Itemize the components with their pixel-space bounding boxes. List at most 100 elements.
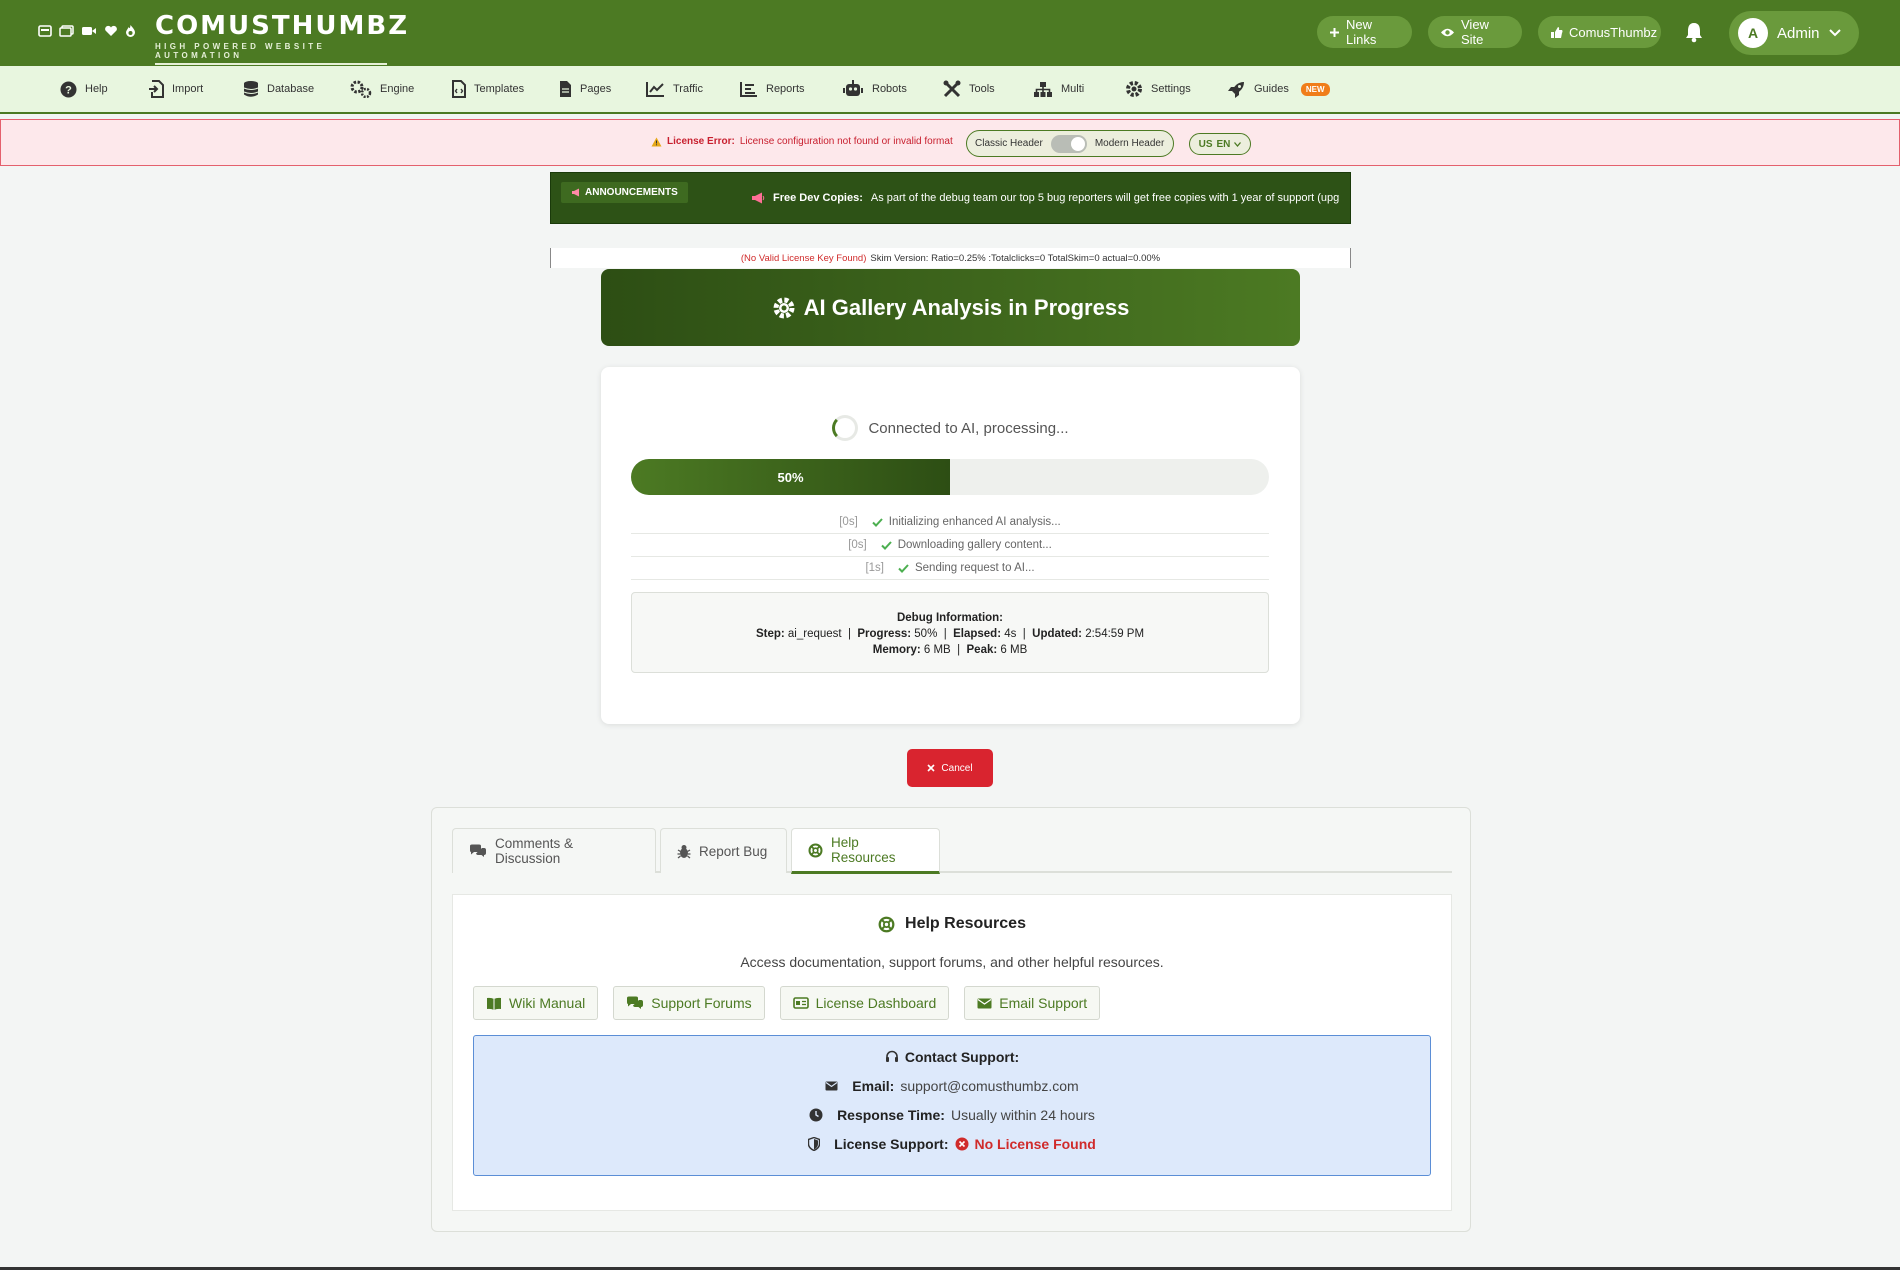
comusthumbz-button[interactable]: ComusThumbz [1538, 16, 1661, 48]
announcement-badge: ANNOUNCEMENTS [561, 182, 688, 203]
log-text: Initializing enhanced AI analysis... [888, 516, 1061, 528]
nav-label: Tools [969, 83, 995, 95]
help-description: Access documentation, support forums, an… [740, 954, 1164, 970]
nav-traffic[interactable]: Traffic [646, 79, 703, 99]
peak-label: Peak: [966, 644, 998, 656]
comusthumbz-label: ComusThumbz [1569, 24, 1658, 40]
thumbs-up-icon [1550, 26, 1563, 39]
announcement-title: Free Dev Copies: [773, 192, 863, 204]
debug-heading: Debug Information: [896, 612, 1004, 624]
file-import-icon [148, 80, 164, 98]
life-ring-icon [878, 916, 895, 933]
nav-engine[interactable]: Engine [350, 79, 414, 99]
cog-icon [772, 296, 796, 320]
cancel-button[interactable]: Cancel [907, 749, 993, 787]
contact-title-label: Contact Support: [904, 1049, 1020, 1065]
gears-icon [350, 80, 372, 98]
contact-email: Email: support@comusthumbz.com [474, 1078, 1430, 1094]
page-title: AI Gallery Analysis in Progress [803, 294, 1130, 320]
nav-guides[interactable]: Guides NEW [1227, 79, 1330, 99]
chevron-down-icon [1828, 29, 1841, 37]
tab-help-resources[interactable]: Help Resources [791, 828, 940, 874]
video-icon [81, 25, 97, 37]
avatar: A [1738, 18, 1768, 48]
new-links-button[interactable]: New Links [1317, 16, 1412, 48]
progress-value: 50% [914, 628, 938, 640]
progress-log: [0s] Initializing enhanced AI analysis..… [631, 511, 1269, 580]
cog-icon [1125, 80, 1143, 98]
nav-label: Help [85, 83, 108, 95]
robot-icon [842, 80, 864, 98]
nav-label: Multi [1061, 83, 1085, 95]
view-site-label: View Site [1461, 17, 1489, 47]
response-label: Response Time: [837, 1107, 945, 1123]
contact-license-support: License Support: No License Found [474, 1136, 1430, 1152]
tab-report-bug[interactable]: Report Bug [660, 828, 787, 873]
check-icon [898, 563, 909, 573]
envelope-icon [825, 1081, 838, 1091]
nav-reports[interactable]: Reports [740, 79, 805, 99]
log-time: [0s] [839, 516, 858, 528]
nav-import[interactable]: Import [148, 79, 203, 99]
logo-subtitle: HIGH POWERED WEBSITE AUTOMATION [155, 42, 387, 65]
license-warning-text: (No Valid License Key Found) [740, 252, 867, 264]
email-support-button[interactable]: Email Support [964, 986, 1101, 1020]
help-resources-content: Help Resources Access documentation, sup… [452, 894, 1452, 1211]
eye-icon [1440, 27, 1455, 38]
megaphone-icon [571, 188, 581, 197]
header-style-toggle[interactable]: Classic Header Modern Header [966, 130, 1174, 157]
button-label: Support Forums [651, 995, 752, 1011]
nav-robots[interactable]: Robots [842, 79, 907, 99]
tab-comments[interactable]: Comments & Discussion [452, 828, 656, 873]
analysis-title-banner: AI Gallery Analysis in Progress [601, 269, 1300, 346]
nav-pages[interactable]: Pages [559, 79, 611, 99]
debug-line-1: Step: ai_request | Progress: 50% | Elaps… [755, 628, 1145, 640]
button-label: Email Support [999, 995, 1088, 1011]
nav-tools[interactable]: Tools [943, 79, 995, 99]
nav-label: Import [172, 83, 204, 95]
resource-buttons: Wiki Manual Support Forums License Dashb… [473, 986, 1101, 1020]
progress-fill: 50% [631, 459, 950, 495]
log-text: Sending request to AI... [914, 562, 1035, 574]
nav-templates[interactable]: Templates [452, 79, 524, 99]
header-switch[interactable] [1050, 134, 1087, 153]
svg-text:?: ? [65, 84, 72, 96]
license-dashboard-button[interactable]: License Dashboard [779, 986, 950, 1020]
bell-icon[interactable] [1684, 21, 1704, 43]
main-nav: ? Help Import Database Engine Templates … [0, 66, 1900, 114]
nav-label: Database [267, 83, 315, 95]
nav-label: Reports [766, 83, 805, 95]
rocket-icon [1227, 80, 1246, 99]
step-label: Step: [755, 628, 785, 640]
nav-label: Templates [474, 83, 525, 95]
admin-menu[interactable]: A Admin [1729, 11, 1859, 55]
view-site-button[interactable]: View Site [1428, 16, 1522, 48]
nav-label: Guides [1254, 83, 1289, 95]
envelope-icon [977, 998, 992, 1009]
connection-status: Connected to AI, processing... [601, 415, 1300, 441]
nav-database[interactable]: Database [243, 79, 314, 99]
site-logo[interactable]: COMUSTHUMBZ HIGH POWERED WEBSITE AUTOMAT… [155, 12, 407, 65]
images-icon [59, 24, 74, 37]
nav-settings[interactable]: Settings [1125, 79, 1191, 99]
log-entry: [1s] Sending request to AI... [631, 557, 1269, 580]
modern-header-label: Modern Header [1094, 138, 1165, 149]
image-icon [38, 24, 52, 37]
classic-header-label: Classic Header [975, 138, 1043, 149]
announcement-message: Free Dev Copies: As part of the debug te… [751, 192, 1339, 204]
nav-label: Robots [872, 83, 907, 95]
progress-label-debug: Progress: [857, 628, 912, 640]
progress-card: Connected to AI, processing... 50% [0s] … [601, 367, 1300, 724]
language-select[interactable]: US EN [1189, 133, 1251, 155]
admin-label: Admin [1777, 24, 1820, 42]
support-forums-button[interactable]: Support Forums [613, 986, 765, 1020]
tab-label: Report Bug [699, 843, 768, 859]
wiki-manual-button[interactable]: Wiki Manual [473, 986, 599, 1020]
tools-icon [943, 80, 961, 98]
bug-icon [677, 844, 691, 859]
nav-multi[interactable]: Multi [1033, 79, 1084, 99]
new-links-label: New Links [1346, 17, 1377, 47]
nav-help[interactable]: ? Help [60, 79, 108, 99]
support-email-link[interactable]: support@comusthumbz.com [900, 1078, 1078, 1094]
announcement-badge-label: ANNOUNCEMENTS [585, 187, 678, 198]
